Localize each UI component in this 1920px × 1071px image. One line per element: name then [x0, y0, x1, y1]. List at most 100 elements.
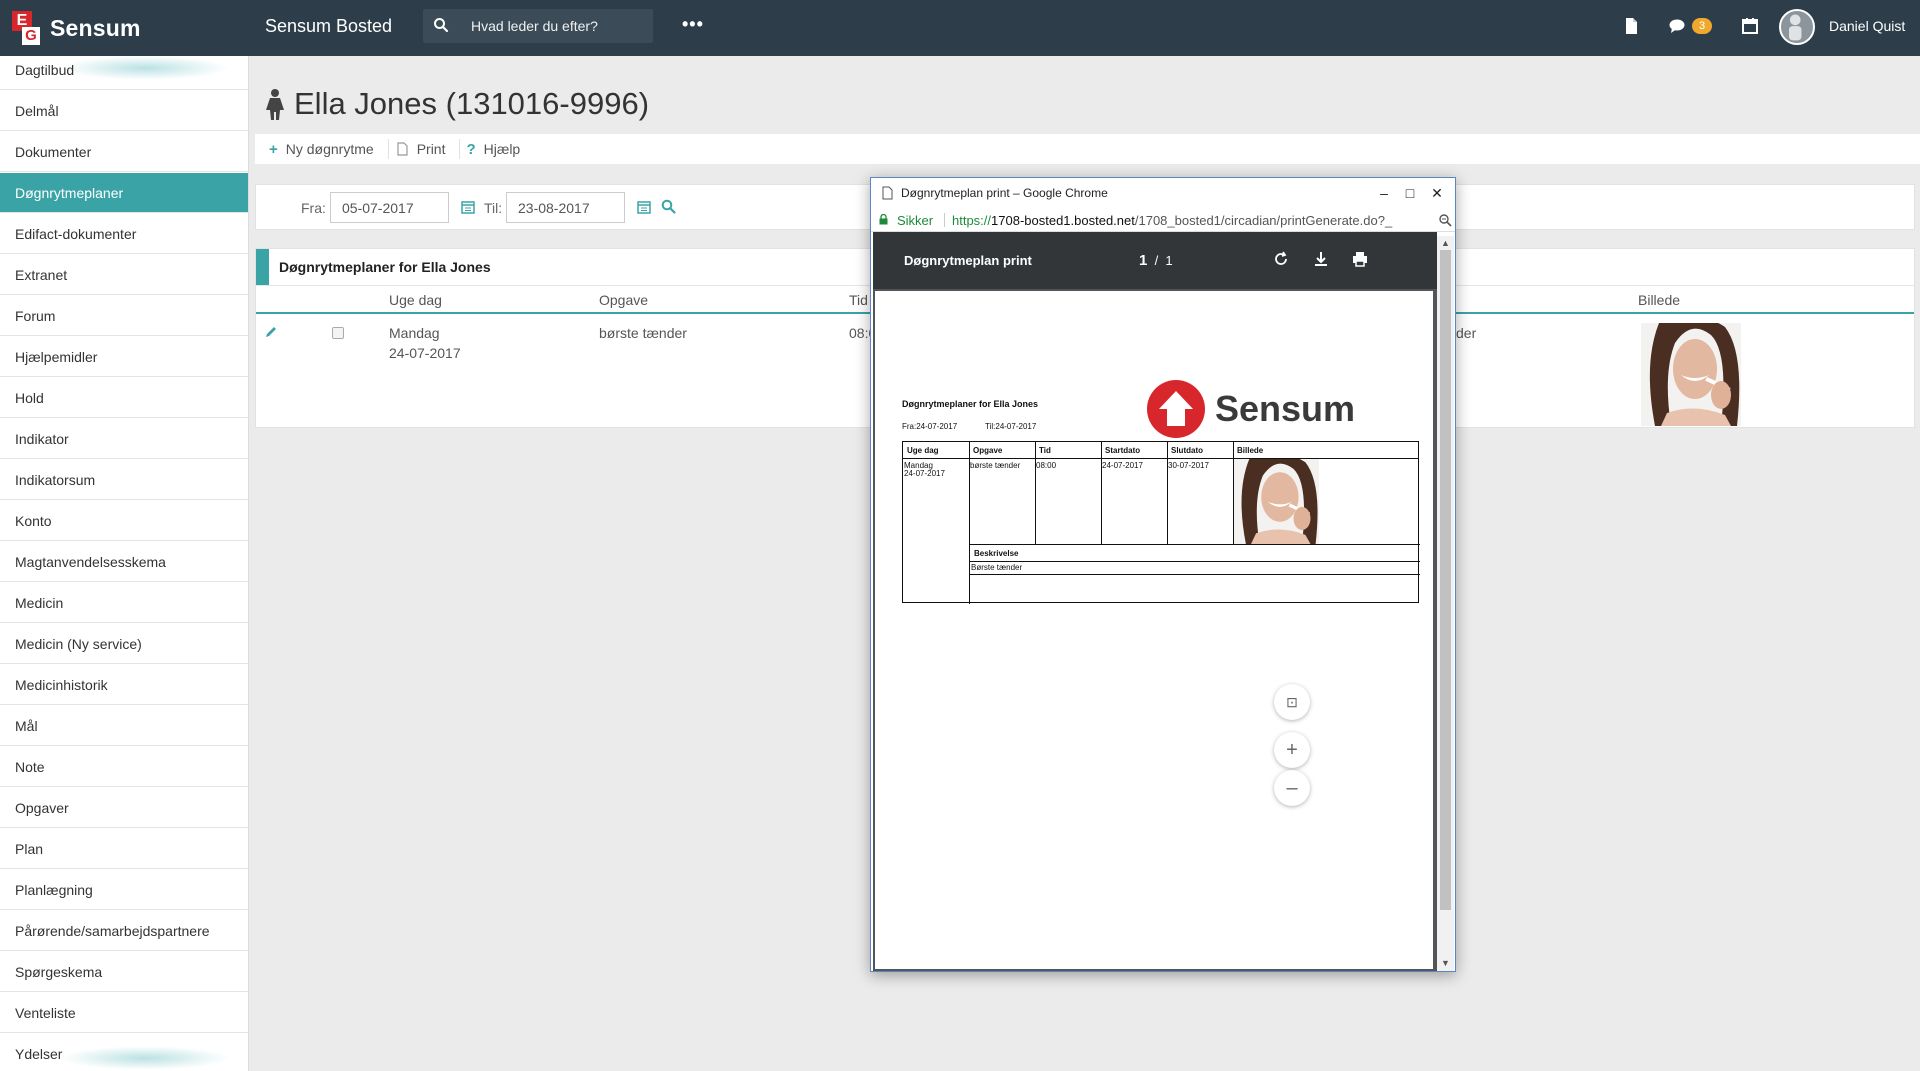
- zoom-out-button[interactable]: –: [1274, 770, 1310, 806]
- print-button[interactable]: Print: [389, 139, 461, 159]
- new-circadian-label: Ny døgnrytme: [285, 141, 374, 157]
- task-photo[interactable]: [1641, 323, 1741, 426]
- table-line: [1035, 442, 1036, 544]
- new-circadian-button[interactable]: + Ny døgnrytme: [263, 139, 389, 159]
- sidebar-item[interactable]: Indikator: [0, 419, 248, 459]
- table-line: [969, 574, 1420, 575]
- pdf-row-start: 24-07-2017: [1102, 461, 1143, 470]
- calendar-icon[interactable]: [461, 200, 475, 214]
- sidebar-item[interactable]: Mål: [0, 706, 248, 746]
- sidebar-item[interactable]: Hold: [0, 378, 248, 418]
- to-date-input[interactable]: [506, 192, 625, 223]
- question-icon: ?: [466, 140, 476, 158]
- user-name[interactable]: Daniel Quist: [1829, 18, 1905, 34]
- pdf-to-date: Til:24-07-2017: [985, 422, 1037, 431]
- more-menu-button[interactable]: •••: [682, 14, 704, 35]
- scroll-down-arrow[interactable]: ▼: [1441, 958, 1450, 968]
- pdf-table: Uge dag Opgave Tid Startdato Slutdato Bi…: [902, 441, 1420, 604]
- app-name[interactable]: Sensum Bosted: [265, 16, 392, 37]
- search-icon[interactable]: [433, 17, 449, 33]
- sidebar-item[interactable]: Delmål: [0, 91, 248, 131]
- sidebar-item[interactable]: Note: [0, 747, 248, 787]
- row-checkbox[interactable]: [332, 327, 344, 339]
- sidebar-item[interactable]: Dokumenter: [0, 132, 248, 172]
- date-text: 24-07-2017: [389, 345, 461, 361]
- pdf-row-task: børste tænder: [970, 461, 1021, 470]
- window-titlebar[interactable]: Døgnrytmeplan print – Google Chrome – □ …: [871, 178, 1455, 208]
- sidebar: Dagtilbud Delmål Dokumenter Døgnrytmeplaner…: [0, 56, 249, 1071]
- pdf-logo-text: Sensum: [1215, 388, 1356, 429]
- pdf-col-task: Opgave: [973, 446, 1003, 455]
- search-icon[interactable]: [661, 199, 676, 214]
- top-navigation-bar: E G Sensum Sensum Bosted ••• 3 Daniel Qu…: [0, 0, 1920, 56]
- current-page[interactable]: 1: [1139, 252, 1147, 269]
- fit-page-button[interactable]: ⊡: [1274, 684, 1310, 720]
- column-header-task[interactable]: Opgave: [599, 292, 648, 308]
- sidebar-item[interactable]: Ydelser: [0, 1034, 248, 1071]
- zoom-in-button[interactable]: +: [1274, 732, 1310, 768]
- calendar-icon[interactable]: [1741, 17, 1759, 35]
- sidebar-item[interactable]: Opgaver: [0, 788, 248, 828]
- download-icon[interactable]: [1312, 250, 1330, 268]
- sidebar-item[interactable]: Dagtilbud: [0, 56, 248, 90]
- sidebar-item[interactable]: Venteliste: [0, 993, 248, 1033]
- pdf-scrollbar[interactable]: ▲ ▼: [1437, 236, 1454, 971]
- pdf-col-weekday: Uge dag: [907, 446, 939, 455]
- patient-name-heading: Ella Jones (131016-9996): [294, 86, 650, 121]
- help-button[interactable]: ? Hjælp: [460, 139, 534, 159]
- close-button[interactable]: ✕: [1427, 183, 1447, 203]
- pencil-icon[interactable]: [264, 325, 278, 339]
- from-label: Fra:: [301, 200, 326, 216]
- column-header-time[interactable]: Tid: [849, 292, 868, 308]
- help-label: Hjælp: [483, 141, 521, 157]
- sidebar-item[interactable]: Magtanvendelsesskema: [0, 542, 248, 582]
- pdf-sensum-logo: Sensum: [1147, 380, 1355, 438]
- pdf-page: Døgnrytmeplaner for Ella Jones Fra:24-07…: [875, 291, 1433, 969]
- sidebar-item[interactable]: Plan: [0, 829, 248, 869]
- lock-icon: [879, 214, 888, 225]
- calendar-icon[interactable]: [637, 200, 651, 214]
- search-input[interactable]: [471, 9, 646, 43]
- print-icon[interactable]: [1351, 250, 1369, 268]
- sidebar-item[interactable]: Planlægning: [0, 870, 248, 910]
- sidebar-item[interactable]: Hjælpemidler: [0, 337, 248, 377]
- url-text[interactable]: https://1708-bosted1.bosted.net/1708_bos…: [952, 213, 1432, 228]
- pdf-viewer-toolbar: Døgnrytmeplan print 1 / 1: [873, 232, 1437, 289]
- sidebar-item[interactable]: Pårørende/samarbejdspartnere: [0, 911, 248, 951]
- pdf-row-time: 08:00: [1036, 461, 1057, 470]
- url-host: 1708-bosted1.bosted.net: [991, 213, 1135, 228]
- from-date-input[interactable]: [330, 192, 449, 223]
- sidebar-item[interactable]: Extranet: [0, 255, 248, 295]
- sidebar-item[interactable]: Indikatorsum: [0, 460, 248, 500]
- sidebar-item[interactable]: Døgnrytmeplaner: [0, 173, 248, 213]
- pdf-col-end: Slutdato: [1171, 446, 1203, 455]
- scroll-up-arrow[interactable]: ▲: [1441, 238, 1450, 248]
- house-shape: [1159, 391, 1193, 426]
- scroll-thumb[interactable]: [1440, 250, 1451, 910]
- sensum-logo[interactable]: E G Sensum: [12, 10, 141, 46]
- avatar[interactable]: [1779, 9, 1815, 45]
- plus-icon: +: [269, 140, 278, 158]
- column-header-image[interactable]: Billede: [1638, 292, 1680, 308]
- secure-label: Sikker: [897, 213, 934, 228]
- url-scheme: https://: [952, 213, 992, 228]
- address-bar[interactable]: Sikker https://1708-bosted1.bosted.net/1…: [871, 208, 1455, 232]
- rotate-icon[interactable]: [1272, 250, 1290, 268]
- sidebar-item[interactable]: Medicinhistorik: [0, 665, 248, 705]
- pdf-viewport[interactable]: Døgnrytmeplaner for Ella Jones Fra:24-07…: [873, 289, 1437, 971]
- sidebar-item[interactable]: Spørgeskema: [0, 952, 248, 992]
- sidebar-item[interactable]: Medicin (Ny service): [0, 624, 248, 664]
- zoom-icon[interactable]: [1438, 213, 1452, 227]
- document-icon[interactable]: [1622, 17, 1640, 35]
- chat-icon[interactable]: [1668, 17, 1686, 35]
- sidebar-item[interactable]: Forum: [0, 296, 248, 336]
- maximize-button[interactable]: □: [1400, 183, 1420, 203]
- sidebar-item[interactable]: Konto: [0, 501, 248, 541]
- sidebar-item[interactable]: Edifact-dokumenter: [0, 214, 248, 254]
- table-line: [969, 544, 1420, 545]
- sidebar-item[interactable]: Medicin: [0, 583, 248, 623]
- minimize-button[interactable]: –: [1374, 183, 1394, 203]
- pdf-description-label: Beskrivelse: [974, 549, 1019, 558]
- address-divider: [944, 213, 945, 227]
- column-header-weekday[interactable]: Uge dag: [389, 292, 442, 308]
